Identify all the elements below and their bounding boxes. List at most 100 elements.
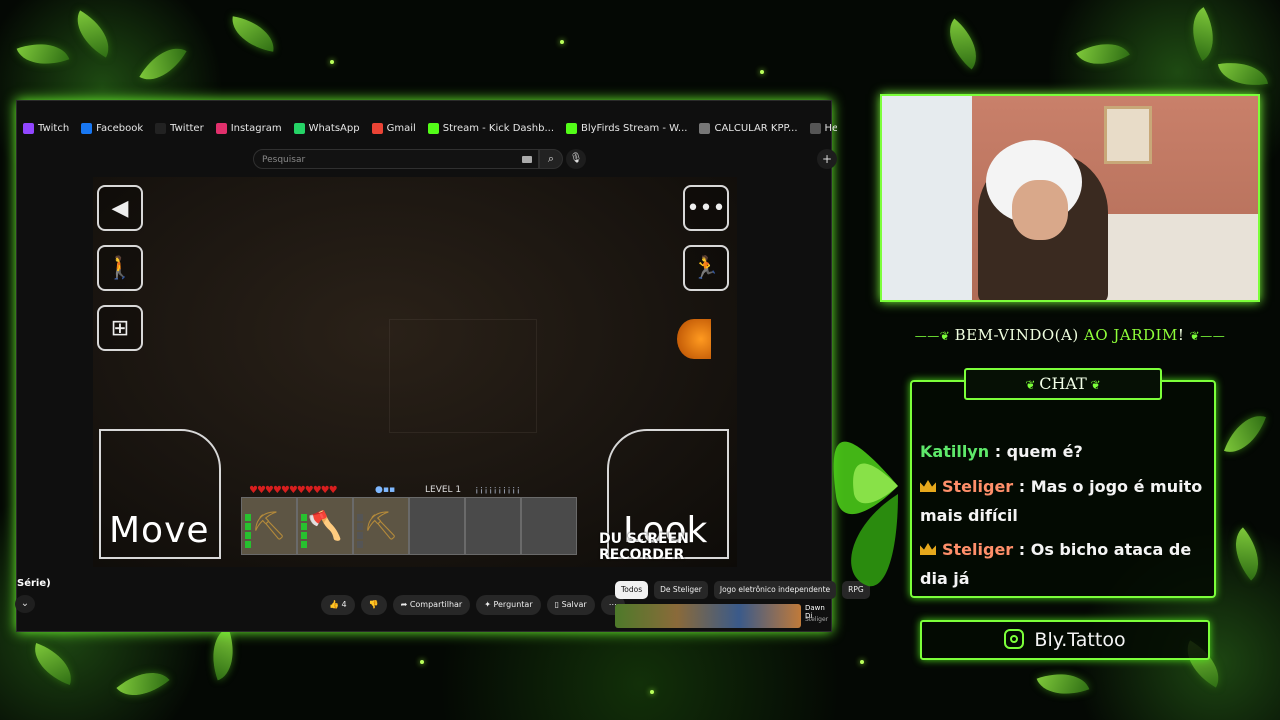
butterfly-icon [833, 441, 898, 587]
like-button[interactable]: 👍 4 [321, 595, 355, 615]
pickaxe-icon: ⛏ [251, 509, 287, 542]
save-button[interactable]: ▯ Salvar [546, 595, 595, 615]
recorder-watermark: DU SCREEN RECORDER [599, 531, 689, 563]
sun-sprite [677, 319, 711, 359]
leaf-icon: ❦ [1086, 378, 1101, 392]
chat-message: Steliger : Os bicho ataca de dia já [920, 540, 1192, 588]
hotbar: ⛏ 🪓 ⛏ [241, 497, 587, 557]
grid-icon: ⊞ [110, 316, 130, 341]
sparkle [330, 60, 334, 64]
share-icon: ➦ [400, 600, 408, 609]
dislike-button[interactable]: 👎 [360, 595, 387, 615]
sparkle [760, 70, 764, 74]
chevron-down-icon: ⌄ [20, 598, 30, 609]
sparkle [650, 690, 654, 694]
filter-chip[interactable]: De Steliger [654, 581, 708, 599]
video-player[interactable]: ◀ 🚶 ⊞ ••• 🏃 Move Look ♥♥♥♥♥♥♥♥♥♥♥ ●▪▪ LE… [93, 177, 737, 567]
gmail-icon [371, 122, 383, 134]
kick-icon [566, 122, 577, 134]
welcome-banner: ——❦ BEM-VINDO(A) AO JARDIM! ❦—— [914, 326, 1226, 344]
back-arrow-icon: ◀ [111, 196, 129, 221]
microphone-icon: 🎙 [569, 153, 583, 164]
bookmark-item[interactable]: Gmail [371, 122, 416, 134]
more-dots-icon: ••• [686, 196, 726, 221]
kick-icon [427, 122, 439, 134]
bookmark-item[interactable]: Instagram [215, 122, 282, 134]
ask-button[interactable]: ✦ Perguntar [476, 595, 541, 615]
crown-icon [920, 543, 936, 555]
pickaxe-icon: ⛏ [363, 509, 399, 542]
globe-icon [809, 122, 821, 134]
instagram-icon [215, 122, 227, 134]
bookmark-item[interactable]: Twitter [155, 122, 204, 134]
level-label: LEVEL 1 [425, 485, 462, 495]
mana-icon: ●▪▪ [375, 485, 396, 495]
menu-button[interactable]: ••• [683, 185, 729, 231]
hotbar-slot[interactable]: 🪓 [297, 497, 353, 555]
youtube-search-row: Pesquisar ⌕ 🎙 + [17, 145, 837, 173]
move-pad[interactable]: Move [99, 429, 221, 559]
create-button[interactable]: + [817, 149, 837, 169]
hotbar-slot[interactable] [409, 497, 465, 555]
thumbs-up-icon: 👍 [329, 600, 339, 609]
back-button[interactable]: ◀ [97, 185, 143, 231]
bookmark-item[interactable]: Stream - Kick Dashb... [427, 122, 554, 134]
bookmark-item[interactable]: BlyFirds Stream - W... [566, 122, 687, 134]
bookmark-item[interactable]: CALCULAR KPP... [699, 122, 798, 134]
chat-message: Katillyn : quem é? [920, 442, 1083, 461]
vine-icon: ❦—— [1189, 329, 1226, 343]
crown-icon [920, 480, 936, 492]
related-video-channel: Steliger [805, 616, 829, 623]
expand-button[interactable]: ⌄ [15, 595, 35, 613]
bookmark-item[interactable]: Facebook [81, 122, 143, 134]
stick-figure-icon: 🚶 [106, 256, 134, 281]
vine-icon: ——❦ [914, 329, 955, 343]
plus-icon: + [821, 152, 833, 166]
related-video-thumbnail[interactable] [615, 604, 801, 628]
browser-window: Twitch Facebook Twitter Instagram WhatsApp Gm… [15, 100, 870, 632]
filter-chip[interactable]: Todos [615, 581, 649, 599]
block-outline [389, 319, 537, 433]
x-icon [155, 122, 167, 134]
leaf-icon: ❦ [1025, 378, 1040, 392]
share-button[interactable]: ➦ Compartilhar [392, 595, 471, 615]
hotbar-slot[interactable]: ⛏ [241, 497, 297, 555]
keyboard-icon[interactable] [522, 156, 532, 163]
whatsapp-icon [293, 122, 305, 134]
wall-picture [1104, 106, 1152, 164]
thumbs-down-icon: 👎 [368, 600, 379, 609]
axe-icon: 🪓 [307, 509, 343, 542]
hotbar-slot[interactable] [521, 497, 577, 555]
walk-button[interactable]: 🚶 [97, 245, 143, 291]
bookmark-icon: ▯ [554, 600, 560, 609]
chat-message: Steliger : Mas o jogo é muito mais difíc… [920, 477, 1203, 525]
instagram-icon [1004, 629, 1025, 649]
sparkle [560, 40, 564, 44]
chat-header: ❦ CHAT ❦ [964, 368, 1162, 400]
bookmark-item[interactable]: Hero Siege Helper [809, 122, 837, 134]
search-input[interactable]: Pesquisar [253, 149, 539, 169]
webcam-feed [880, 94, 1260, 302]
ammo-indicator: ¡¡¡¡¡¡¡¡¡¡ [475, 485, 522, 495]
sparkle [420, 660, 424, 664]
social-handle-panel: Bly.Tattoo [920, 620, 1210, 660]
inventory-button[interactable]: ⊞ [97, 305, 143, 351]
facebook-icon [81, 122, 93, 134]
video-actions: 👍 4 👎 ➦ Compartilhar ✦ Perguntar ▯ Salva… [321, 595, 625, 615]
twitch-icon [23, 122, 34, 134]
bookmark-item[interactable]: Twitch [23, 122, 69, 134]
sparkle [860, 660, 864, 664]
video-title: Série) [17, 578, 51, 589]
running-figure-icon: 🏃 [692, 256, 720, 281]
search-icon: ⌕ [547, 152, 555, 165]
health-hearts: ♥♥♥♥♥♥♥♥♥♥♥ [249, 485, 338, 496]
bookmark-item[interactable]: WhatsApp [293, 122, 360, 134]
run-button[interactable]: 🏃 [683, 245, 729, 291]
mic-button[interactable]: 🎙 [566, 149, 586, 169]
sparkle-icon: ✦ [484, 600, 491, 609]
hotbar-slot[interactable] [465, 497, 521, 555]
filter-chip[interactable]: Jogo eletrônico independente [713, 581, 837, 599]
globe-icon [699, 122, 711, 134]
search-button[interactable]: ⌕ [539, 149, 563, 169]
hotbar-slot[interactable]: ⛏ [353, 497, 409, 555]
